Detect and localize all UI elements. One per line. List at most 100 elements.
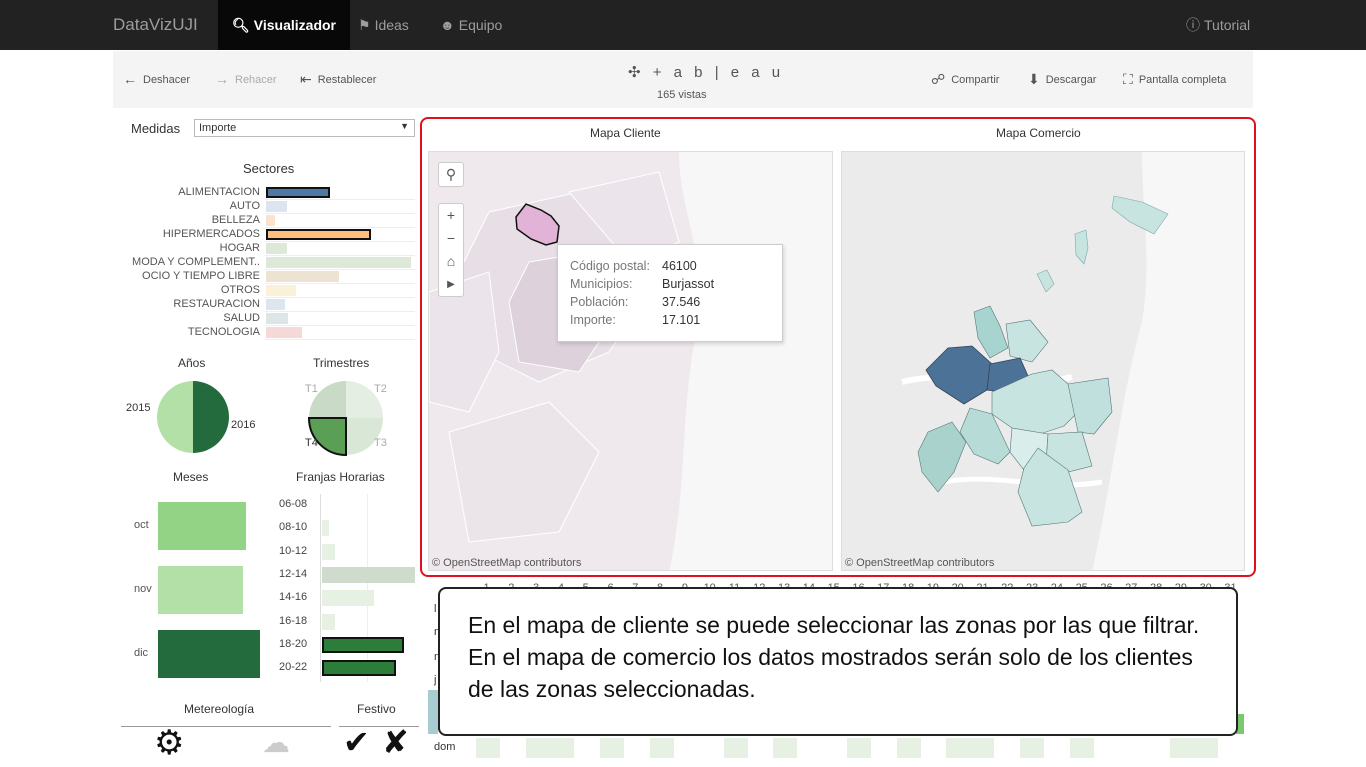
franja-bar[interactable] [322,590,374,607]
franja-bar[interactable] [322,520,329,537]
sun-icon[interactable]: ⚙ [154,725,184,761]
weather-title: Metereología [184,702,255,716]
reset-button[interactable]: ⇤ Restablecer [300,71,376,88]
sector-row[interactable]: TECNOLOGIA [120,326,420,340]
franja-bar[interactable] [322,566,415,583]
sector-name: TECNOLOGIA [187,326,260,338]
quarter-label-t1: T1 [305,383,318,395]
sector-row[interactable]: OCIO Y TIEMPO LIBRE [120,270,420,284]
calendar-cell[interactable] [897,738,921,758]
quarters-pie[interactable] [308,380,384,456]
sector-bar[interactable] [266,299,285,310]
sector-row[interactable]: OTROS [120,284,420,298]
fullscreen-label: Pantalla completa [1138,74,1227,86]
search-icon[interactable]: ⚲ [439,163,463,186]
sector-bar[interactable] [266,201,287,212]
nav-ideas[interactable]: ⚑ Ideas [344,0,423,50]
years-title: Años [178,356,206,370]
fullscreen-button[interactable]: ⛶ Pantalla completa [1123,71,1226,88]
zoom-in-icon[interactable]: + [439,204,463,227]
measures-value: Importe [199,122,237,134]
sector-row[interactable]: AUTO [120,200,420,214]
holiday-filter: ✔ ✘ [339,723,419,761]
download-button[interactable]: ⬇ Descargar [1028,71,1096,88]
calendar-cell[interactable] [1020,738,1044,758]
franja-bar[interactable] [322,636,404,653]
nav-label: Tutorial [1204,17,1251,33]
nav-visualizador[interactable]: 🔍︎ Visualizador [218,0,350,50]
measures-select[interactable]: Importe ▼ [194,119,415,137]
sector-bar[interactable] [266,285,296,296]
calendar-cell[interactable] [550,738,574,758]
franja-bar[interactable] [322,660,396,677]
sector-name: MODA Y COMPLEMENT.. [132,256,260,268]
franja-bar[interactable] [322,613,335,630]
sector-row[interactable]: HOGAR [120,242,420,256]
tableau-wordmark: + a b | e a u [652,64,785,81]
calendar-cell[interactable] [476,738,500,758]
sector-bar[interactable] [266,229,371,240]
years-pie[interactable] [156,380,230,454]
cross-icon[interactable]: ✘ [382,723,409,761]
tooltip-key: Municipios: [570,277,633,291]
year-label-2015: 2015 [126,402,151,414]
cloud-icon[interactable]: ☁ [262,725,290,761]
holiday-title: Festivo [357,702,396,716]
month-bar[interactable] [158,566,243,614]
month-bar[interactable] [158,502,246,550]
calendar-cell[interactable] [1070,738,1094,758]
check-icon[interactable]: ✔ [343,723,370,761]
sector-name: HOGAR [219,242,260,254]
weather-filter: ⚙ ☁ [121,725,331,761]
nav-equipo[interactable]: ☻ Equipo [426,0,516,50]
sector-row[interactable]: ALIMENTACION [120,186,420,200]
calendar-cell[interactable] [650,738,674,758]
home-icon[interactable]: ⌂ [439,250,463,273]
commerce-map-attribution: © OpenStreetMap contributors [845,557,995,569]
calendar-cell[interactable] [526,738,550,758]
calendar-cell[interactable] [946,738,970,758]
client-map-regions [429,152,832,570]
zoom-out-icon[interactable]: − [439,227,463,250]
sector-row[interactable]: BELLEZA [120,214,420,228]
calendar-cell[interactable] [600,738,624,758]
client-map-attribution: © OpenStreetMap contributors [432,557,582,569]
sector-bar[interactable] [266,243,287,254]
undo-button[interactable]: ← Deshacer [123,71,190,87]
month-bar[interactable] [158,630,260,678]
franja-label: 10-12 [279,544,308,557]
sector-bar[interactable] [266,327,302,338]
calendar-cell[interactable] [773,738,797,758]
pie-slice-2015[interactable] [157,381,193,453]
sector-row[interactable]: MODA Y COMPLEMENT.. [120,256,420,270]
nav-tutorial[interactable]: ⓘ Tutorial [1172,0,1264,50]
sector-row[interactable]: HIPERMERCADOS [120,228,420,242]
commerce-map[interactable]: © OpenStreetMap contributors [841,151,1245,571]
commerce-map-title: Mapa Comercio [996,126,1081,140]
sector-row[interactable]: SALUD [120,312,420,326]
sector-bar[interactable] [266,271,339,282]
redo-button[interactable]: → Rehacer [215,71,277,87]
play-icon[interactable]: ▶ [439,273,463,296]
franja-bar[interactable] [322,543,335,560]
map-search-control[interactable]: ⚲ [438,162,464,187]
sector-row[interactable]: RESTAURACION [120,298,420,312]
brand-logo[interactable]: DataVizUJI [113,15,198,35]
calendar-cell[interactable] [1170,738,1218,758]
sector-bar[interactable] [266,257,411,268]
calendar-cell[interactable] [724,738,748,758]
tableau-cross-icon: ✣ [628,64,645,81]
sector-bar[interactable] [266,313,288,324]
client-map[interactable]: ⚲ + − ⌂ ▶ © OpenStreetMap contributors [428,151,833,571]
reset-icon: ⇤ [300,71,312,87]
sector-bar[interactable] [266,215,275,226]
franja-label: 06-08 [279,498,308,510]
calendar-cell[interactable] [428,690,438,734]
month-label: nov [134,583,152,595]
sector-name: OCIO Y TIEMPO LIBRE [142,270,260,282]
sector-bar[interactable] [266,187,330,198]
pie-slice-2016[interactable] [193,381,229,453]
share-button[interactable]: ☍ Compartir [931,71,999,88]
calendar-cell[interactable] [847,738,871,758]
calendar-cell[interactable] [970,738,994,758]
